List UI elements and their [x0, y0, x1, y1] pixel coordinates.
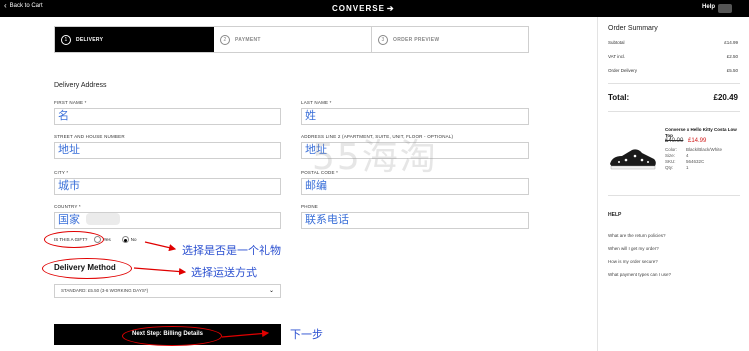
next-annotation: 下一步 — [290, 328, 323, 341]
help-link-returns[interactable]: What are the return policies? — [608, 233, 666, 238]
back-to-cart-link[interactable]: ‹ Back to Cart — [4, 1, 43, 10]
blurred-text — [86, 213, 120, 225]
step-payment: 2 PAYMENT — [214, 27, 372, 52]
delivery-option-value: STANDARD: £5.50 (3-6 WORKING DAYS*) — [61, 288, 149, 293]
first-name-label: FIRST NAME * — [54, 100, 87, 105]
step-delivery: 1 DELIVERY — [55, 27, 214, 52]
attr-value: 4 — [686, 153, 689, 158]
product-attr-sku: SKU: 564632C — [665, 159, 704, 164]
product-thumbnail — [610, 149, 656, 170]
total-label: Total: — [608, 93, 630, 102]
delivery-cost-value: £5.50 — [726, 68, 738, 73]
subtotal-row: Subtotal £14.99 — [608, 40, 738, 45]
shipping-annotation: 选择运送方式 — [191, 266, 257, 279]
attr-value: Black/Black/White — [686, 147, 723, 152]
star-chevron-icon: ➔ — [386, 4, 395, 13]
step-label: PAYMENT — [235, 36, 261, 43]
gift-no-option[interactable]: No — [121, 236, 137, 243]
subtotal-value: £14.99 — [724, 40, 738, 45]
product-attr-color: Color: Black/Black/White — [665, 147, 722, 152]
delivery-address-title: Delivery Address — [54, 82, 107, 89]
street-input[interactable]: 地址 — [54, 142, 281, 159]
help-link[interactable]: Help — [702, 4, 715, 10]
step-label: ORDER PREVIEW — [393, 36, 440, 43]
phone-input[interactable]: 联系电话 — [301, 212, 529, 229]
step-order-preview: 3 ORDER PREVIEW — [372, 27, 528, 52]
first-name-input[interactable]: 名 — [54, 108, 281, 125]
help-title: HELP — [608, 212, 622, 218]
gift-yes-option[interactable]: Yes — [94, 236, 111, 243]
gift-question-row: IS THIS A GIFT? Yes No — [54, 236, 137, 243]
step-label: DELIVERY — [76, 36, 104, 43]
total-value: £20.49 — [713, 93, 738, 102]
gift-no-radio[interactable] — [121, 236, 129, 243]
phone-label: PHONE — [301, 204, 319, 209]
delivery-method-title: Delivery Method — [54, 263, 116, 272]
help-link-payment-types[interactable]: What payment types can I use? — [608, 272, 671, 277]
last-name-input[interactable]: 姓 — [301, 108, 529, 125]
logo-text: CONVERSE — [332, 4, 385, 13]
country-label: COUNTRY * — [54, 204, 81, 209]
gift-yes-label: Yes — [103, 237, 111, 242]
product-old-price: £40.00 — [665, 138, 684, 144]
chevron-left-icon: ‹ — [4, 1, 7, 10]
attr-value: 1 — [686, 165, 689, 170]
attr-value: 564632C — [686, 159, 705, 164]
vat-row: VAT incl. £2.50 — [608, 54, 738, 59]
divider — [608, 111, 740, 112]
postal-code-input[interactable]: 邮编 — [301, 178, 529, 195]
gift-yes-radio[interactable] — [94, 236, 102, 243]
help-link-delivery-time[interactable]: When will I get my order? — [608, 246, 659, 251]
chevron-down-icon: ⌄ — [268, 288, 274, 294]
order-summary-title: Order Summary — [608, 25, 658, 32]
city-input[interactable]: 城市 — [54, 178, 281, 195]
subtotal-label: Subtotal — [608, 40, 625, 45]
gift-no-label: No — [130, 237, 137, 242]
order-summary-panel: Order Summary Subtotal £14.99 VAT incl. … — [597, 17, 749, 351]
divider — [608, 195, 740, 196]
product-sale-price: £14.99 — [688, 138, 707, 144]
attr-key: Size: — [665, 153, 676, 158]
vat-value: £2.50 — [726, 54, 738, 59]
step-number-3: 3 — [378, 34, 388, 45]
street-label: STREET AND HOUSE NUMBER — [54, 134, 125, 139]
gift-arrow — [144, 241, 177, 252]
vat-label: VAT incl. — [608, 54, 626, 59]
gift-annotation: 选择是否是一个礼物 — [182, 244, 281, 257]
attr-key: SKU: — [665, 159, 676, 164]
product-attr-size: Size: 4 — [665, 153, 689, 158]
top-bar: ‹ Back to Cart CONVERSE ➔ Help — [0, 0, 749, 17]
city-label: CITY * — [54, 170, 69, 175]
step-number-1: 1 — [61, 34, 71, 45]
delivery-cost-row: Order Delivery £5.50 — [608, 68, 738, 73]
converse-logo[interactable]: CONVERSE ➔ — [332, 4, 395, 13]
delivery-cost-label: Order Delivery — [608, 68, 638, 73]
back-to-cart-label: Back to Cart — [9, 3, 43, 9]
help-link-security[interactable]: How is my order secure? — [608, 259, 658, 264]
gift-question-label: IS THIS A GIFT? — [54, 237, 88, 242]
delivery-method-select[interactable]: STANDARD: £5.50 (3-6 WORKING DAYS*) ⌄ — [54, 284, 281, 298]
step-number-2: 2 — [220, 34, 230, 45]
watermark-55haitao: 55海淘 — [312, 137, 438, 178]
last-name-label: LAST NAME * — [301, 100, 332, 105]
attr-key: Color: — [665, 147, 678, 152]
checkout-steps: 1 DELIVERY 2 PAYMENT 3 ORDER PREVIEW — [54, 26, 529, 53]
product-attr-qty: Qty: 1 — [665, 165, 689, 170]
cart-icon[interactable] — [718, 4, 732, 13]
total-row: Total: £20.49 — [608, 93, 738, 102]
delivery-arrow — [133, 267, 187, 276]
next-step-billing-button[interactable]: Next Step: Billing Details — [54, 324, 281, 345]
divider — [608, 83, 740, 84]
attr-key: Qty: — [665, 165, 674, 170]
